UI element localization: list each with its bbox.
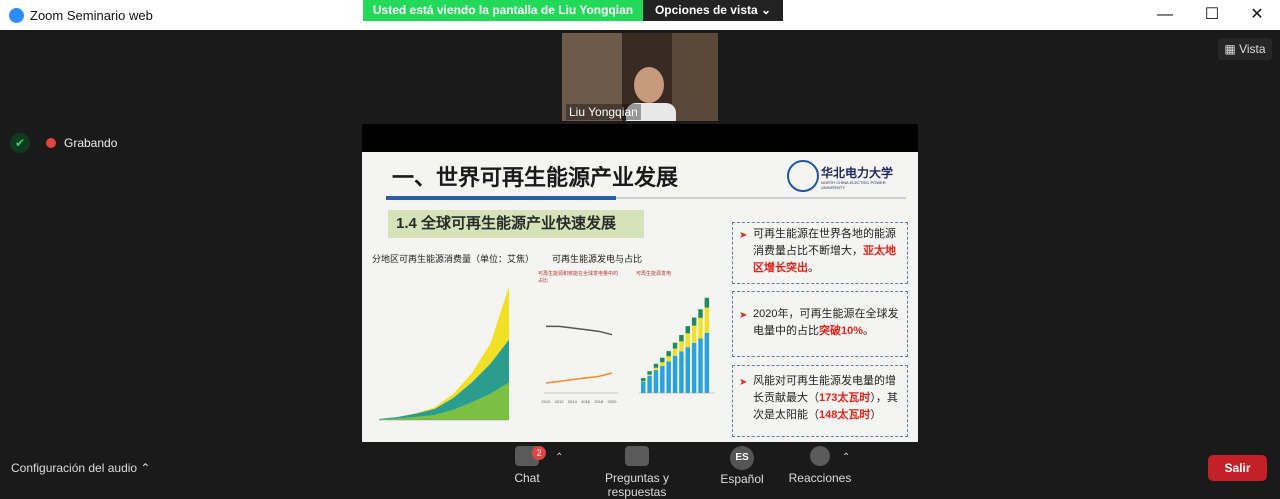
qa-button[interactable]: Preguntas y respuestas (574, 446, 700, 499)
bar-2010-s2 (641, 378, 646, 381)
university-emblem-icon (787, 160, 819, 192)
language-icon: ES (730, 446, 754, 470)
logo-subtext: NORTH CHINA ELECTRIC POWER UNIVERSITY (821, 180, 886, 190)
bar-2011-s1 (647, 374, 652, 376)
recording-dot-icon (46, 138, 56, 148)
bar-2018-s0 (691, 342, 697, 393)
bar-2015-s2 (672, 342, 678, 349)
chart2b-title: 可再生能源发电 (636, 271, 672, 277)
arrow-icon: ➤ (739, 310, 748, 321)
language-label: Español (720, 472, 764, 486)
speaker-head (634, 67, 664, 103)
view-options-button[interactable]: Opciones de vista ⌄ (643, 0, 783, 21)
chat-unread-badge: 2 (532, 446, 546, 460)
arrow-icon: ➤ (739, 377, 748, 388)
bar-2018-s1 (691, 325, 697, 343)
bar-2017-s2 (685, 326, 690, 334)
slide-title: 一、世界可再生能源产业发展 (392, 165, 679, 190)
line-series-0 (546, 325, 613, 336)
bar-2017-s1 (685, 333, 690, 348)
line-chart: 2010 2012 2014 2016 2018 2020 (542, 325, 618, 404)
bullet-box-1: ➤ 可再生能源在世界各地的能源消费量占比不断增大，亚太地区增长突出。 (732, 222, 908, 284)
bar-2020-s2 (704, 297, 710, 308)
grid-icon: ▦ (1224, 42, 1240, 56)
bar-2017-s0 (685, 347, 690, 393)
chart2-caption: 可再生能源发电与占比 (552, 254, 643, 264)
shared-slide: 一、世界可再生能源产业发展 华北电力大学 NORTH CHINA ELECTRI… (362, 152, 918, 442)
meeting-controls-bar: Configuración del audio ⌃ Chat ⌃ Pregunt… (0, 442, 1280, 499)
line-x-tick: 2018 (594, 399, 604, 404)
speaker-name: Liu Yongqian (566, 104, 641, 120)
chart2a-title: 可再生能源和核能在全球发电量中的占比 (538, 271, 619, 284)
chat-options-caret[interactable]: ⌃ (555, 452, 563, 463)
maximize-button[interactable]: ☐ (1189, 0, 1235, 30)
shared-screen-topbar (362, 124, 918, 152)
speaker-video-thumbnail[interactable]: Liu Yongqian (562, 33, 718, 121)
bar-2018-s2 (691, 317, 697, 326)
audio-settings-button[interactable]: Configuración del audio ⌃ (11, 461, 150, 475)
bar-2016-s1 (679, 341, 684, 352)
area-chart (379, 286, 509, 421)
reactions-label: Reacciones (788, 471, 852, 485)
window-title: Zoom Seminario web (30, 8, 153, 23)
chart1-caption: 分地区可再生能源消费量（单位：艾焦） (372, 254, 535, 264)
reactions-options-caret[interactable]: ⌃ (842, 452, 850, 463)
logo-text: 华北电力大学 (821, 166, 894, 180)
line-x-tick: 2010 (542, 399, 552, 404)
view-button[interactable]: ▦ Vista (1218, 38, 1272, 60)
screen-share-banner: Usted está viendo la pantalla de Liu Yon… (363, 0, 643, 21)
bar-2012-s0 (653, 370, 659, 393)
bar-2019-s2 (698, 309, 703, 318)
minimize-button[interactable]: — (1142, 0, 1188, 30)
bar-2011-s2 (647, 371, 652, 375)
bullet-box-3: ➤ 风能对可再生能源发电量的增长贡献最大（173太瓦时），其次是太阳能（148太… (732, 365, 908, 437)
bar-2012-s2 (653, 363, 659, 368)
line-x-tick: 2020 (608, 399, 618, 404)
recording-label: Grabando (64, 136, 118, 150)
arrow-icon: ➤ (739, 230, 748, 241)
bar-2013-s2 (660, 357, 665, 363)
bar-2015-s1 (672, 348, 678, 356)
slide-rule (386, 196, 616, 200)
line-x-tick: 2016 (581, 399, 591, 404)
line-series-1 (545, 372, 613, 384)
bar-2013-s1 (660, 362, 665, 366)
smiley-icon (810, 446, 830, 466)
close-button[interactable]: ✕ (1234, 0, 1280, 30)
qa-bubbles-icon (625, 446, 649, 466)
bar-2010-s0 (641, 381, 646, 393)
view-button-label: Vista (1239, 42, 1266, 56)
bar-chart (639, 297, 715, 394)
bar-2013-s0 (660, 365, 665, 393)
bar-2014-s1 (666, 356, 671, 362)
bar-2015-s0 (672, 355, 678, 393)
bar-2020-s1 (704, 307, 710, 333)
bar-2011-s0 (647, 375, 652, 393)
section-heading: 1.4 全球可再生能源产业快速发展 (388, 210, 644, 238)
shield-check-icon[interactable]: ✔ (10, 133, 30, 153)
university-logo: 华北电力大学 NORTH CHINA ELECTRIC POWER UNIVER… (787, 160, 905, 192)
bar-2016-s2 (679, 335, 684, 342)
zoom-logo-icon (9, 8, 24, 23)
bar-2019-s1 (698, 317, 703, 339)
bar-2014-s2 (666, 351, 671, 357)
chat-label: Chat (514, 471, 540, 485)
line-x-tick: 2012 (555, 399, 565, 404)
line-x-tick: 2014 (568, 399, 578, 404)
leave-button[interactable]: Salir (1208, 455, 1267, 481)
bar-2014-s0 (666, 361, 671, 393)
bullet-box-2: ➤ 2020年，可再生能源在全球发电量中的占比突破10%。 (732, 291, 908, 357)
bar-2019-s0 (698, 338, 703, 393)
language-button[interactable]: ES Español (716, 446, 768, 486)
bar-2020-s0 (704, 332, 710, 393)
bar-2016-s0 (679, 351, 684, 393)
bar-2010-s1 (641, 380, 646, 382)
bar-2012-s1 (653, 367, 659, 371)
